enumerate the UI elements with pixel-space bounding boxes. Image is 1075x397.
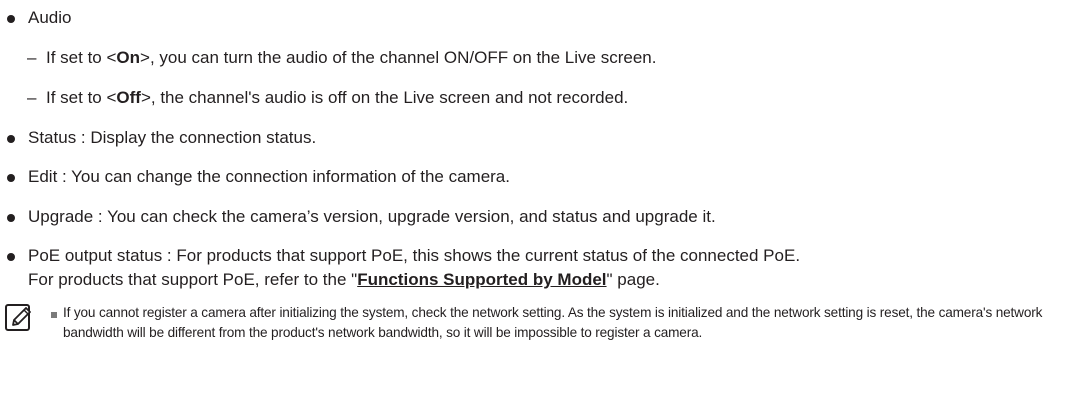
dash-marker: – bbox=[27, 88, 37, 107]
bullet-dot-icon bbox=[7, 15, 15, 23]
bullet-text: Audio bbox=[28, 8, 72, 27]
sub-item-text: If set to <Off>, the channel's audio is … bbox=[46, 88, 629, 107]
bold-option: Off bbox=[116, 88, 141, 107]
manual-page: Audio – If set to <On>, you can turn the… bbox=[0, 0, 1075, 397]
bullet-dot-icon bbox=[7, 135, 15, 143]
bullet-text: Edit : You can change the connection inf… bbox=[28, 167, 510, 186]
bullet-text: PoE output status : For products that su… bbox=[28, 246, 801, 265]
bullet-item-poe-line2: For products that support PoE, refer to … bbox=[28, 270, 660, 289]
note-bullet-square-icon bbox=[51, 312, 57, 318]
bullet-dot-icon bbox=[7, 253, 15, 261]
sub-item-text: If set to <On>, you can turn the audio o… bbox=[46, 48, 657, 67]
bullet-dot-icon bbox=[7, 214, 15, 222]
bullet-text: Upgrade : You can check the camera’s ver… bbox=[28, 207, 716, 226]
bullet-text: Status : Display the connection status. bbox=[28, 128, 317, 147]
note-pencil-icon bbox=[5, 304, 31, 331]
functions-supported-link[interactable]: Functions Supported by Model bbox=[357, 270, 606, 289]
bullet-dot-icon bbox=[7, 174, 15, 182]
dash-marker: – bbox=[27, 48, 37, 67]
bold-option: On bbox=[116, 48, 141, 67]
note-text: If you cannot register a camera after in… bbox=[63, 305, 1043, 340]
